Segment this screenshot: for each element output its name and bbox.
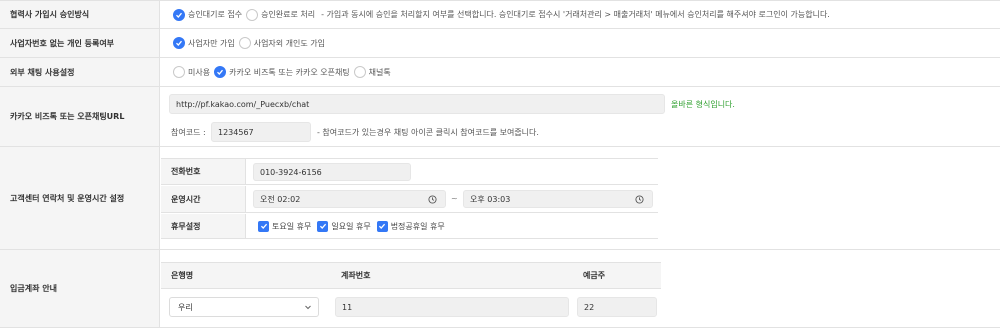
approval-label: 협력사 가입시 승인방식: [0, 1, 160, 28]
radio-approval-done-label: 승인완료로 처리: [261, 10, 316, 19]
radio-approval-done[interactable]: 승인완료로 처리: [246, 8, 316, 21]
radio-chat-kakao[interactable]: 카카오 비즈톡 또는 카카오 오픈채팅: [214, 66, 350, 78]
row-approval: 협력사 가입시 승인방식 승인대기로 접수 승인완료로 처리 - 가입과 동시에…: [0, 1, 1000, 29]
hours-start-value: 오전 02:02: [260, 194, 301, 204]
approval-radio-group: 승인대기로 접수 승인완료로 처리 - 가입과 동시에 승인을 처리할지 여부를…: [173, 1, 830, 28]
checkbox-holiday-public[interactable]: 법정공휴일 휴무: [376, 220, 445, 232]
hours-start-input[interactable]: 오전 02:02: [253, 190, 446, 208]
kakao-code-input[interactable]: 1234567: [211, 122, 311, 142]
approval-note: - 가입과 동시에 승인을 처리할지 여부를 선택합니다. 승인대기로 접수시 …: [321, 10, 830, 19]
row-support: 고객센터 연락처 및 운영시간 설정 전화번호 010-3924-6156 운영…: [0, 147, 1000, 250]
radio-chat-channeltalk[interactable]: 채널톡: [353, 66, 391, 78]
row-chat: 외부 채팅 사용설정 미사용 카카오 비즈톡 또는 카카오 오픈채팅 채널톡: [0, 58, 1000, 87]
chat-label: 외부 채팅 사용설정: [0, 58, 160, 86]
checkbox-holiday-sat-label: 토요일 휴무: [272, 221, 312, 231]
kakao-code-label: 참여코드 :: [171, 128, 206, 137]
support-phone-row: 전화번호 010-3924-6156: [161, 159, 658, 185]
checkbox-check-icon: [376, 220, 388, 232]
personal-content: 사업자만 가입 사업자외 개인도 가입: [161, 29, 1000, 57]
bank-select[interactable]: 우리: [169, 297, 319, 317]
radio-empty-icon: [246, 8, 259, 21]
col-holder-header: 예금주: [573, 263, 661, 289]
phone-label: 전화번호: [161, 159, 246, 184]
checkbox-holiday-sat[interactable]: 토요일 휴무: [258, 220, 312, 232]
holder-cell: 22: [573, 290, 661, 322]
approval-content: 승인대기로 접수 승인완료로 처리 - 가입과 동시에 승인을 처리할지 여부를…: [161, 1, 1000, 28]
support-label: 고객센터 연락처 및 운영시간 설정: [0, 147, 160, 249]
holiday-checkbox-group: 토요일 휴무 일요일 휴무 법정공휴일 휴무: [258, 214, 451, 238]
settings-form: 협력사 가입시 승인방식 승인대기로 접수 승인완료로 처리 - 가입과 동시에…: [0, 0, 1000, 328]
col-account-header: 계좌번호: [331, 263, 573, 289]
deposit-table: 은행명 계좌번호 예금주 우리 11 22: [161, 262, 661, 322]
radio-chat-channeltalk-label: 채널톡: [368, 67, 391, 77]
kakao-url-content: http://pf.kakao.com/_Puecxb/chat 올바른 형식입…: [161, 87, 1000, 146]
check-circle-icon: [214, 66, 227, 78]
radio-chat-none-label: 미사용: [188, 67, 211, 77]
kakao-code-note: - 참여코드가 있는경우 채팅 아이콘 클릭시 참여코드를 보여줍니다.: [317, 128, 539, 137]
clock-icon: [428, 195, 437, 206]
account-input[interactable]: 11: [335, 297, 569, 317]
radio-empty-icon: [173, 66, 185, 78]
radio-chat-none[interactable]: 미사용: [173, 66, 210, 78]
radio-empty-icon: [238, 37, 251, 49]
radio-approval-wait[interactable]: 승인대기로 접수: [173, 8, 243, 21]
deposit-label: 입금계좌 안내: [0, 250, 160, 327]
hours-label: 운영시간: [161, 186, 246, 212]
support-hours-row: 운영시간 오전 02:02 ~ 오후 03:03: [161, 186, 658, 213]
radio-allow-personal[interactable]: 사업자외 개인도 가입: [238, 37, 326, 49]
hours-end-value: 오후 03:03: [470, 194, 511, 204]
kakao-url-label: 카카오 비즈톡 또는 오픈채팅URL: [0, 87, 160, 146]
row-deposit: 입금계좌 안내 은행명 계좌번호 예금주 우리 11 22: [0, 250, 1000, 328]
row-kakao-url: 카카오 비즈톡 또는 오픈채팅URL http://pf.kakao.com/_…: [0, 87, 1000, 147]
hours-end-input[interactable]: 오후 03:03: [463, 190, 653, 208]
holiday-label: 휴무설정: [161, 214, 246, 238]
holder-input[interactable]: 22: [577, 297, 657, 317]
check-circle-icon: [173, 8, 185, 21]
support-holiday-row: 휴무설정 토요일 휴무 일요일 휴무 법정공휴일 휴무: [161, 214, 658, 239]
radio-chat-kakao-label: 카카오 비즈톡 또는 카카오 오픈채팅: [229, 67, 350, 77]
support-table: 전화번호 010-3924-6156 운영시간 오전 02:02 ~ 오후 03…: [161, 158, 658, 239]
chevron-down-icon: [304, 303, 312, 313]
checkbox-check-icon: [258, 220, 269, 232]
checkbox-holiday-sun[interactable]: 일요일 휴무: [317, 220, 371, 232]
kakao-url-valid-message: 올바른 형식입니다.: [671, 100, 735, 109]
radio-approval-wait-label: 승인대기로 접수: [188, 10, 243, 19]
checkbox-holiday-sun-label: 일요일 휴무: [331, 221, 371, 231]
chat-content: 미사용 카카오 비즈톡 또는 카카오 오픈채팅 채널톡: [161, 58, 1000, 86]
bank-select-value: 우리: [178, 302, 193, 312]
chat-radio-group: 미사용 카카오 비즈톡 또는 카카오 오픈채팅 채널톡: [173, 58, 395, 86]
check-circle-icon: [173, 37, 185, 49]
phone-input[interactable]: 010-3924-6156: [253, 163, 411, 181]
col-bank-header: 은행명: [161, 263, 331, 289]
hours-separator: ~: [451, 194, 458, 203]
personal-label: 사업자번호 없는 개인 등록여부: [0, 29, 160, 57]
kakao-url-input[interactable]: http://pf.kakao.com/_Puecxb/chat: [169, 94, 665, 114]
radio-allow-personal-label: 사업자외 개인도 가입: [253, 38, 326, 48]
account-cell: 11: [331, 290, 573, 322]
row-personal: 사업자번호 없는 개인 등록여부 사업자만 가입 사업자외 개인도 가입: [0, 29, 1000, 58]
personal-radio-group: 사업자만 가입 사업자외 개인도 가입: [173, 29, 329, 57]
clock-icon: [635, 195, 644, 206]
checkbox-holiday-public-label: 법정공휴일 휴무: [390, 221, 445, 231]
deposit-content: 은행명 계좌번호 예금주 우리 11 22: [161, 250, 1000, 327]
checkbox-check-icon: [317, 220, 329, 232]
radio-biz-only-label: 사업자만 가입: [188, 38, 235, 48]
radio-biz-only[interactable]: 사업자만 가입: [173, 37, 235, 49]
support-content: 전화번호 010-3924-6156 운영시간 오전 02:02 ~ 오후 03…: [161, 147, 1000, 249]
radio-empty-icon: [353, 66, 366, 78]
bank-cell: 우리: [161, 290, 331, 322]
